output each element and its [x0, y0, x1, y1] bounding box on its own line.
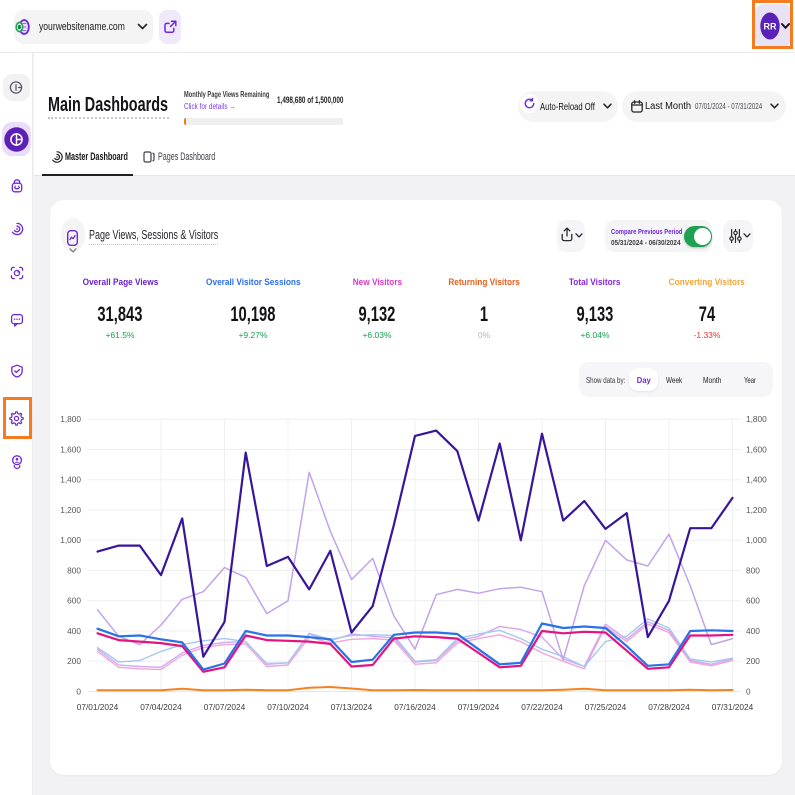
svg-text:07/28/2024: 07/28/2024: [648, 702, 690, 712]
svg-text:600: 600: [746, 596, 760, 606]
svg-text:400: 400: [67, 626, 81, 636]
svg-text:600: 600: [67, 596, 81, 606]
svg-text:1,800: 1,800: [60, 414, 81, 424]
svg-text:1,000: 1,000: [746, 535, 767, 545]
svg-text:200: 200: [67, 656, 81, 666]
svg-text:07/31/2024: 07/31/2024: [712, 702, 754, 712]
svg-text:07/13/2024: 07/13/2024: [331, 702, 373, 712]
svg-text:07/10/2024: 07/10/2024: [267, 702, 309, 712]
svg-text:800: 800: [67, 565, 81, 575]
svg-text:1,600: 1,600: [746, 444, 767, 454]
svg-text:RR: RR: [764, 22, 777, 32]
svg-text:1,200: 1,200: [746, 505, 767, 515]
svg-text:0: 0: [746, 686, 751, 696]
svg-text:07/04/2024: 07/04/2024: [140, 702, 182, 712]
svg-text:0: 0: [76, 686, 81, 696]
svg-text:400: 400: [746, 626, 760, 636]
svg-text:07/07/2024: 07/07/2024: [204, 702, 246, 712]
svg-text:07/25/2024: 07/25/2024: [585, 702, 627, 712]
svg-text:07/16/2024: 07/16/2024: [394, 702, 436, 712]
svg-text:1,600: 1,600: [60, 444, 81, 454]
svg-text:07/22/2024: 07/22/2024: [521, 702, 563, 712]
svg-text:1,000: 1,000: [60, 535, 81, 545]
svg-text:1,400: 1,400: [746, 475, 767, 485]
svg-text:1,400: 1,400: [60, 475, 81, 485]
svg-text:200: 200: [746, 656, 760, 666]
svg-text:1,200: 1,200: [60, 505, 81, 515]
svg-text:07/19/2024: 07/19/2024: [458, 702, 500, 712]
svg-text:07/01/2024: 07/01/2024: [77, 702, 119, 712]
svg-text:800: 800: [746, 565, 760, 575]
svg-text:1,800: 1,800: [746, 414, 767, 424]
